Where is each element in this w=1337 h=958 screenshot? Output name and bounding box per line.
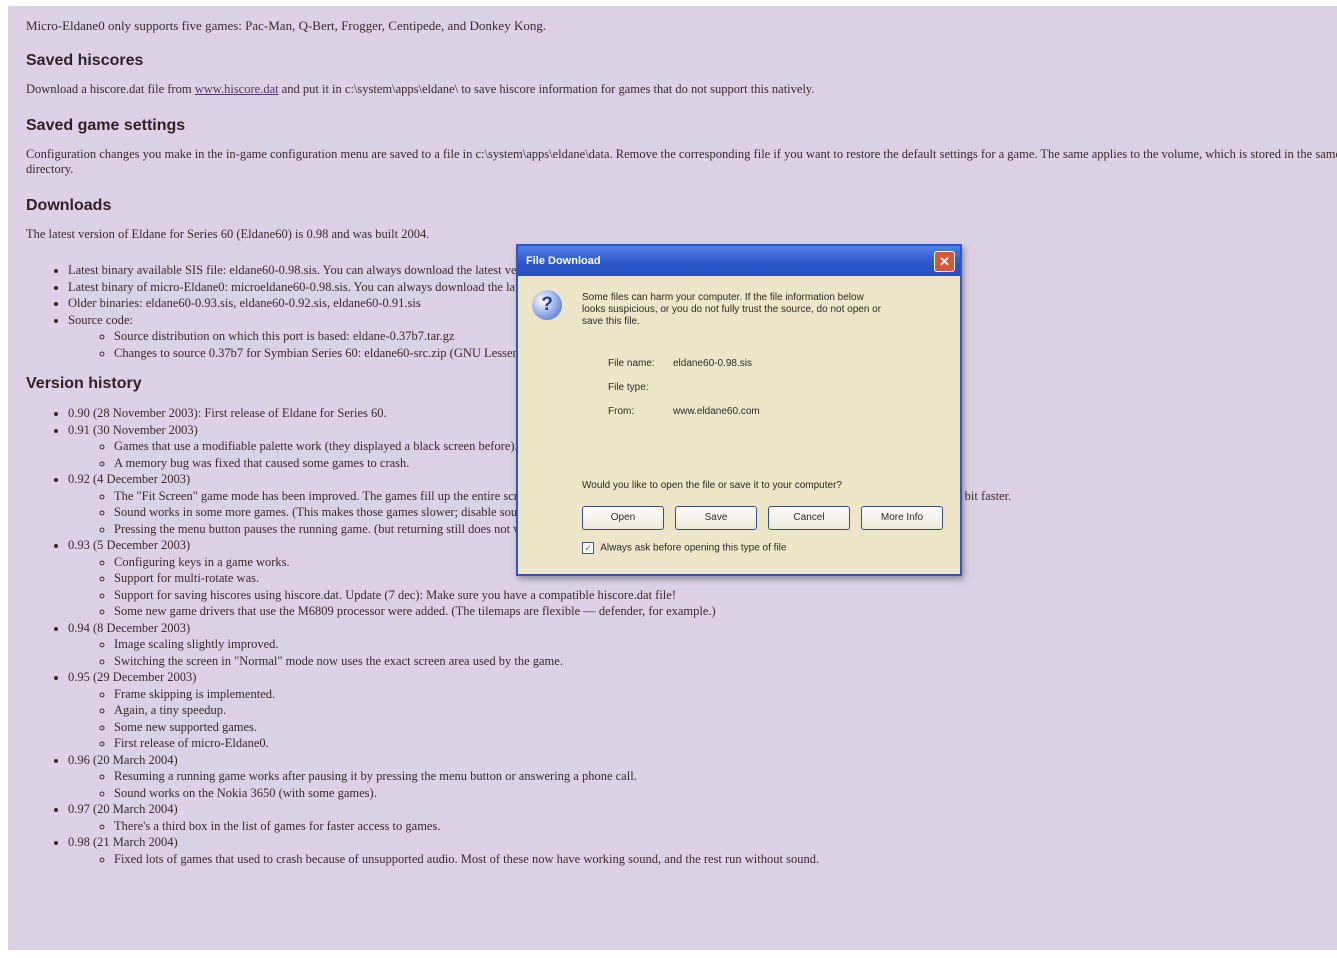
file-download-dialog: File Download ✕ ? Some files can harm yo… [516, 244, 962, 576]
downloads-intro: The latest version of Eldane for Series … [26, 227, 430, 241]
version-note: Frame skipping is implemented. [114, 686, 1337, 703]
version-item: 0.96 (20 March 2004)Resuming a running g… [68, 752, 1337, 802]
version-label: 0.93 (5 December 2003) [68, 538, 191, 552]
from-label: From: [608, 406, 635, 417]
version-notes-list: Frame skipping is implemented.Again, a t… [68, 686, 1337, 752]
version-label: 0.95 (29 December 2003) [68, 670, 197, 684]
version-item: 0.95 (29 December 2003) Frame skipping is… [68, 669, 1337, 752]
close-button[interactable]: ✕ [934, 251, 955, 272]
saved-settings-heading: Saved game settings [26, 117, 186, 134]
always-ask-label: Always ask before opening this type of f… [600, 542, 787, 554]
from-value: www.eldane60.com [673, 406, 760, 417]
version-item: 0.98 (21 March 2004) Fixed lots of games … [68, 834, 1337, 867]
version-label: 0.96 (20 March 2004) [68, 752, 178, 767]
web-page: Micro-Eldane0 only supports five games: … [8, 6, 1337, 950]
security-warning-text: Some files can harm your computer. If th… [582, 292, 882, 327]
version-label: 0.92 (4 December 2003) [68, 472, 191, 486]
version-label: 0.97 (20 March 2004) [68, 802, 178, 816]
more-info-button[interactable]: More Info [861, 506, 943, 530]
version-item: 0.97 (20 March 2004) There's a third box … [68, 801, 1337, 834]
version-label: 0.91 (30 November 2003) [68, 422, 198, 437]
downloads-heading: Downloads [26, 197, 112, 214]
cancel-button[interactable]: Cancel [768, 506, 850, 530]
version-note: Image scaling slightly improved. [114, 636, 1337, 653]
intro-text: Micro-Eldane0 only supports five games: … [26, 18, 547, 33]
version-note: Resuming a running game works after paus… [114, 768, 1337, 785]
close-icon: ✕ [939, 254, 950, 269]
dialog-title: File Download [526, 255, 601, 267]
version-item: 0.94 (8 December 2003)Image scaling slig… [68, 620, 1337, 670]
version-label: 0.90 (28 November 2003): First release o… [68, 406, 387, 420]
always-ask-checkbox[interactable]: ✓ [582, 542, 594, 554]
version-notes-list: Image scaling slightly improved.Switchin… [68, 636, 1337, 669]
download-prompt: Would you like to open the file or save … [582, 480, 842, 491]
file-type-label: File type: [608, 382, 649, 393]
open-button[interactable]: Open [582, 506, 664, 530]
hiscores-text-after: and put it in c:\system\apps\eldane\ to … [281, 82, 815, 96]
version-note: There's a third box in the list of games… [114, 818, 1337, 835]
version-notes-list: Resuming a running game works after paus… [68, 768, 1337, 801]
version-note: Fixed lots of games that used to crash b… [114, 851, 1337, 868]
source-code-label: Source code: [68, 312, 133, 327]
always-ask-option[interactable]: ✓ Always ask before opening this type of… [582, 542, 786, 554]
question-icon: ? [532, 290, 562, 320]
version-notes-list: There's a third box in the list of games… [68, 818, 1337, 835]
saved-hiscores-heading: Saved hiscores [26, 52, 144, 69]
save-button[interactable]: Save [675, 506, 757, 530]
version-note: Support for saving hiscores using hiscor… [114, 587, 1337, 604]
version-label: 0.94 (8 December 2003) [68, 620, 191, 635]
hiscores-text-before: Download a hiscore.dat file from [26, 82, 192, 96]
file-name-value: eldane60-0.98.sis [673, 358, 752, 369]
version-note: Sound works on the Nokia 3650 (with some… [114, 785, 1337, 802]
version-note: Again, a tiny speedup. [114, 702, 1337, 719]
version-note: Switching the screen in "Normal" mode no… [114, 653, 1337, 670]
version-note: Some new game drivers that use the M6809… [114, 603, 1337, 620]
version-label: 0.98 (21 March 2004) [68, 835, 178, 849]
version-notes-list: Fixed lots of games that used to crash b… [68, 851, 1337, 868]
hiscores-paragraph: Download a hiscore.dat file from www.his… [26, 82, 1337, 97]
settings-paragraph: Configuration changes you make in the in… [26, 147, 1337, 176]
version-note: First release of micro-Eldane0. [114, 735, 1337, 752]
file-name-label: File name: [608, 358, 655, 369]
version-note: Some new supported games. [114, 719, 1337, 736]
hiscore-dat-link[interactable]: www.hiscore.dat [195, 82, 279, 96]
dialog-titlebar[interactable]: File Download ✕ [518, 246, 960, 276]
